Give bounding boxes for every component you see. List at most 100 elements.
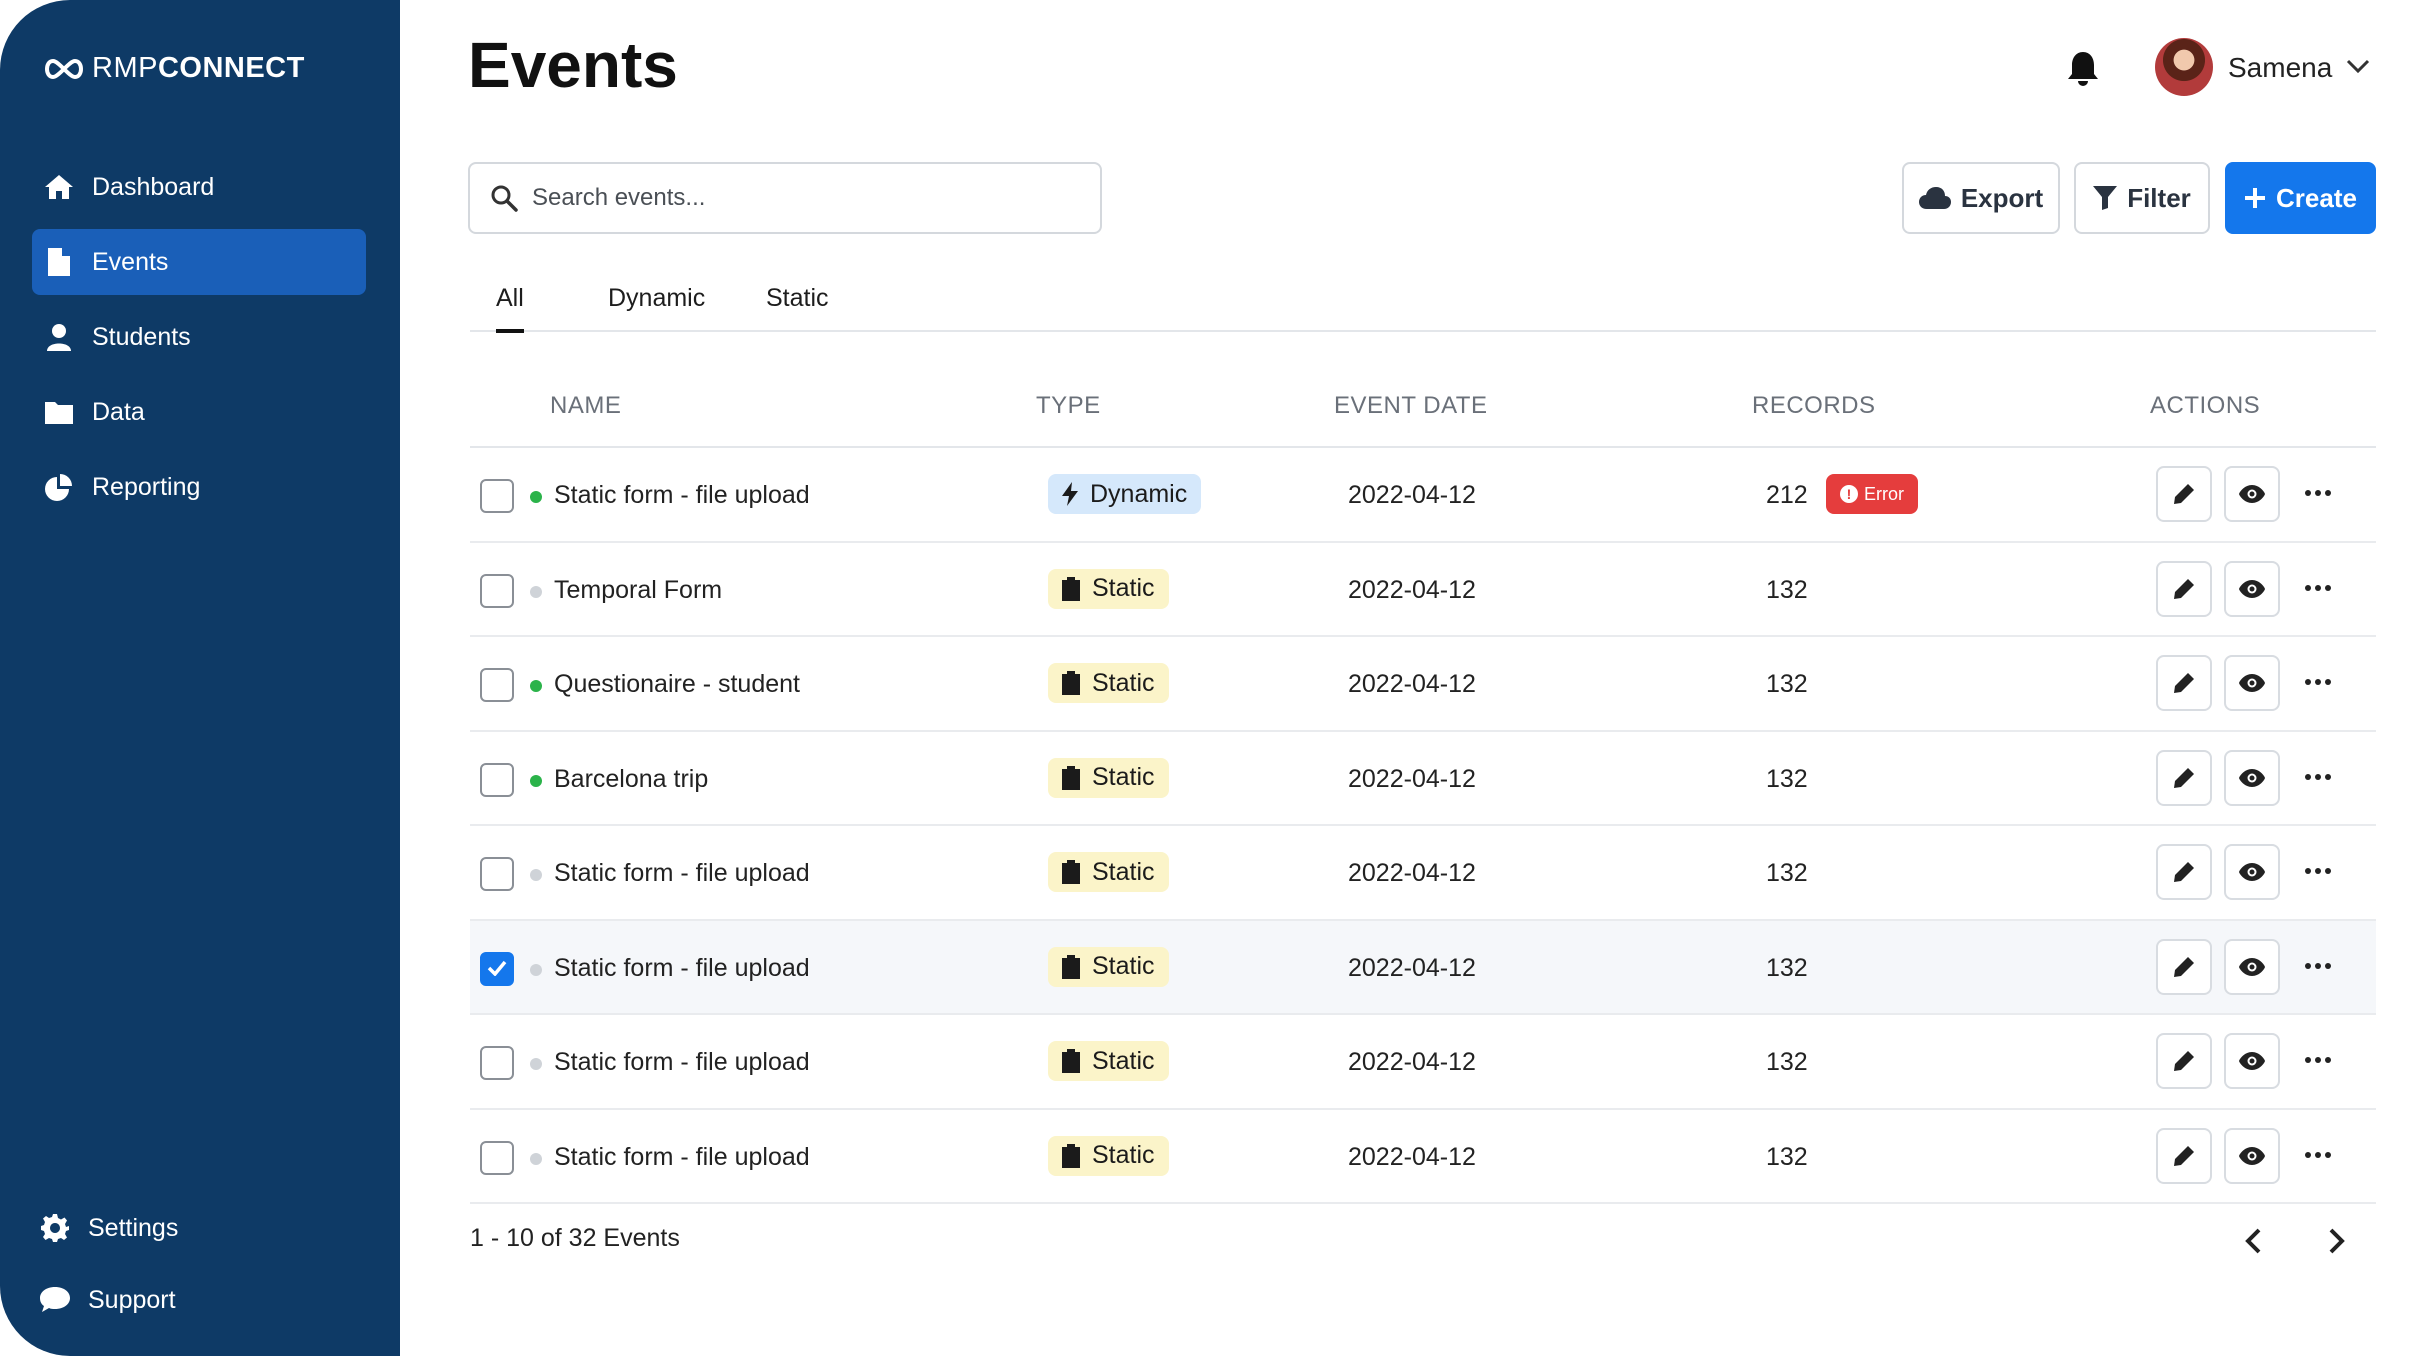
eye-icon bbox=[2239, 1146, 2265, 1165]
error-icon: ! bbox=[1840, 485, 1858, 503]
status-dot bbox=[530, 585, 542, 598]
event-name[interactable]: Static form - file upload bbox=[554, 481, 810, 510]
sidebar-item-label: Settings bbox=[88, 1213, 179, 1242]
brand-suffix: CONNECT bbox=[157, 52, 305, 84]
view-button[interactable] bbox=[2224, 844, 2280, 900]
row-checkbox[interactable] bbox=[480, 668, 514, 702]
view-button[interactable] bbox=[2224, 466, 2280, 522]
brand-logo[interactable]: RMP CONNECT bbox=[42, 52, 305, 85]
edit-button[interactable] bbox=[2156, 1033, 2212, 1089]
view-button[interactable] bbox=[2224, 655, 2280, 711]
view-button[interactable] bbox=[2224, 560, 2280, 617]
more-actions-button[interactable] bbox=[2298, 762, 2338, 792]
more-actions-button[interactable] bbox=[2298, 951, 2338, 981]
edit-button[interactable] bbox=[2156, 466, 2212, 522]
next-page-button[interactable] bbox=[2316, 1222, 2356, 1260]
clipboard-icon bbox=[1062, 1049, 1080, 1073]
view-button[interactable] bbox=[2224, 749, 2280, 806]
event-name[interactable]: Static form - file upload bbox=[554, 954, 810, 983]
more-actions-button[interactable] bbox=[2298, 573, 2338, 603]
row-checkbox[interactable] bbox=[480, 951, 514, 986]
edit-button[interactable] bbox=[2156, 1127, 2212, 1184]
table-row[interactable]: Static form - file upload Static 2022-04-1… bbox=[470, 920, 2376, 1015]
row-checkbox[interactable] bbox=[480, 857, 514, 891]
tab-static[interactable]: Static bbox=[766, 284, 829, 313]
avatar[interactable] bbox=[2155, 38, 2213, 96]
sidebar-item-students[interactable]: Students bbox=[32, 304, 366, 370]
more-actions-button[interactable] bbox=[2298, 478, 2338, 508]
type-label: Static bbox=[1092, 1141, 1155, 1169]
sidebar-item-label: Support bbox=[88, 1285, 176, 1314]
filter-label: Filter bbox=[2127, 182, 2191, 213]
filter-button[interactable]: Filter bbox=[2074, 162, 2210, 234]
user-name[interactable]: Samena bbox=[2228, 52, 2332, 84]
more-horizontal-icon bbox=[2305, 679, 2331, 685]
lightning-icon bbox=[1062, 482, 1078, 506]
column-header-records[interactable]: RECORDS bbox=[1752, 392, 1876, 420]
table-row[interactable]: Static form - file upload Static 2022-04-1… bbox=[470, 826, 2376, 921]
table-row[interactable]: Questionaire - student Static 2022-04-12 13… bbox=[470, 637, 2376, 732]
sidebar-bottom-nav: Settings Support bbox=[30, 1198, 364, 1342]
view-button[interactable] bbox=[2224, 1127, 2280, 1184]
column-header-event-date[interactable]: EVENT DATE bbox=[1334, 392, 1487, 420]
more-actions-button[interactable] bbox=[2298, 1140, 2338, 1170]
pencil-icon bbox=[2174, 1145, 2194, 1166]
records-count: 132 bbox=[1766, 1142, 1808, 1171]
type-badge: Static bbox=[1048, 568, 1169, 609]
tab-all[interactable]: All bbox=[496, 284, 524, 333]
chevron-down-icon[interactable] bbox=[2346, 58, 2370, 74]
eye-icon bbox=[2239, 957, 2265, 976]
event-name[interactable]: Temporal Form bbox=[554, 576, 722, 605]
event-name[interactable]: Questionaire - student bbox=[554, 670, 800, 699]
event-name[interactable]: Static form - file upload bbox=[554, 859, 810, 888]
search-input[interactable] bbox=[532, 184, 1052, 212]
sidebar-item-dashboard[interactable]: Dashboard bbox=[32, 154, 366, 220]
previous-page-button[interactable] bbox=[2234, 1222, 2274, 1260]
edit-button[interactable] bbox=[2156, 844, 2212, 900]
edit-button[interactable] bbox=[2156, 749, 2212, 806]
event-name[interactable]: Static form - file upload bbox=[554, 1048, 810, 1077]
view-button[interactable] bbox=[2224, 938, 2280, 995]
status-dot bbox=[530, 680, 542, 692]
status-dot bbox=[530, 1152, 542, 1165]
row-checkbox[interactable] bbox=[480, 573, 514, 608]
table-row[interactable]: Static form - file upload Static 2022-04-1… bbox=[470, 1015, 2376, 1110]
create-button[interactable]: Create bbox=[2225, 162, 2376, 234]
filter-icon bbox=[2093, 186, 2118, 210]
eye-icon bbox=[2239, 863, 2265, 881]
cloud-icon bbox=[1918, 187, 1951, 209]
row-checkbox[interactable] bbox=[480, 479, 514, 513]
sidebar-item-settings[interactable]: Settings bbox=[30, 1198, 364, 1258]
sidebar-item-events[interactable]: Events bbox=[32, 229, 366, 295]
page-title: Events bbox=[468, 29, 678, 101]
bell-icon[interactable] bbox=[2066, 50, 2100, 86]
row-checkbox[interactable] bbox=[480, 762, 514, 797]
tab-dynamic[interactable]: Dynamic bbox=[608, 284, 705, 313]
row-checkbox[interactable] bbox=[480, 1140, 514, 1175]
table-header: NAME TYPE EVENT DATE RECORDS ACTIONS bbox=[470, 372, 2376, 448]
event-name[interactable]: Static form - file upload bbox=[554, 1143, 810, 1172]
edit-button[interactable] bbox=[2156, 560, 2212, 617]
pagination-summary: 1 - 10 of 32 Events bbox=[470, 1224, 680, 1252]
export-button[interactable]: Export bbox=[1902, 162, 2060, 234]
table-row[interactable]: Barcelona trip Static 2022-04-12 132 bbox=[470, 732, 2376, 826]
sidebar-item-support[interactable]: Support bbox=[30, 1270, 364, 1330]
table-row[interactable]: Temporal Form Static 2022-04-12 132 bbox=[470, 543, 2376, 637]
more-horizontal-icon bbox=[2305, 773, 2331, 780]
type-label: Static bbox=[1092, 857, 1155, 886]
event-name[interactable]: Barcelona trip bbox=[554, 765, 708, 794]
view-button[interactable] bbox=[2224, 1033, 2280, 1089]
row-checkbox[interactable] bbox=[480, 1046, 514, 1080]
more-actions-button[interactable] bbox=[2298, 856, 2338, 886]
table-row[interactable]: Static form - file upload Dynamic 2022-04-… bbox=[470, 448, 2376, 543]
edit-button[interactable] bbox=[2156, 938, 2212, 995]
type-badge: Static bbox=[1048, 757, 1169, 798]
sidebar-item-reporting[interactable]: Reporting bbox=[32, 454, 366, 520]
more-actions-button[interactable] bbox=[2298, 667, 2338, 697]
column-header-type[interactable]: TYPE bbox=[1036, 392, 1101, 420]
sidebar-item-data[interactable]: Data bbox=[32, 379, 366, 445]
table-row[interactable]: Static form - file upload Static 2022-04-1… bbox=[470, 1110, 2376, 1204]
column-header-name[interactable]: NAME bbox=[550, 392, 621, 420]
edit-button[interactable] bbox=[2156, 655, 2212, 711]
more-actions-button[interactable] bbox=[2298, 1045, 2338, 1075]
